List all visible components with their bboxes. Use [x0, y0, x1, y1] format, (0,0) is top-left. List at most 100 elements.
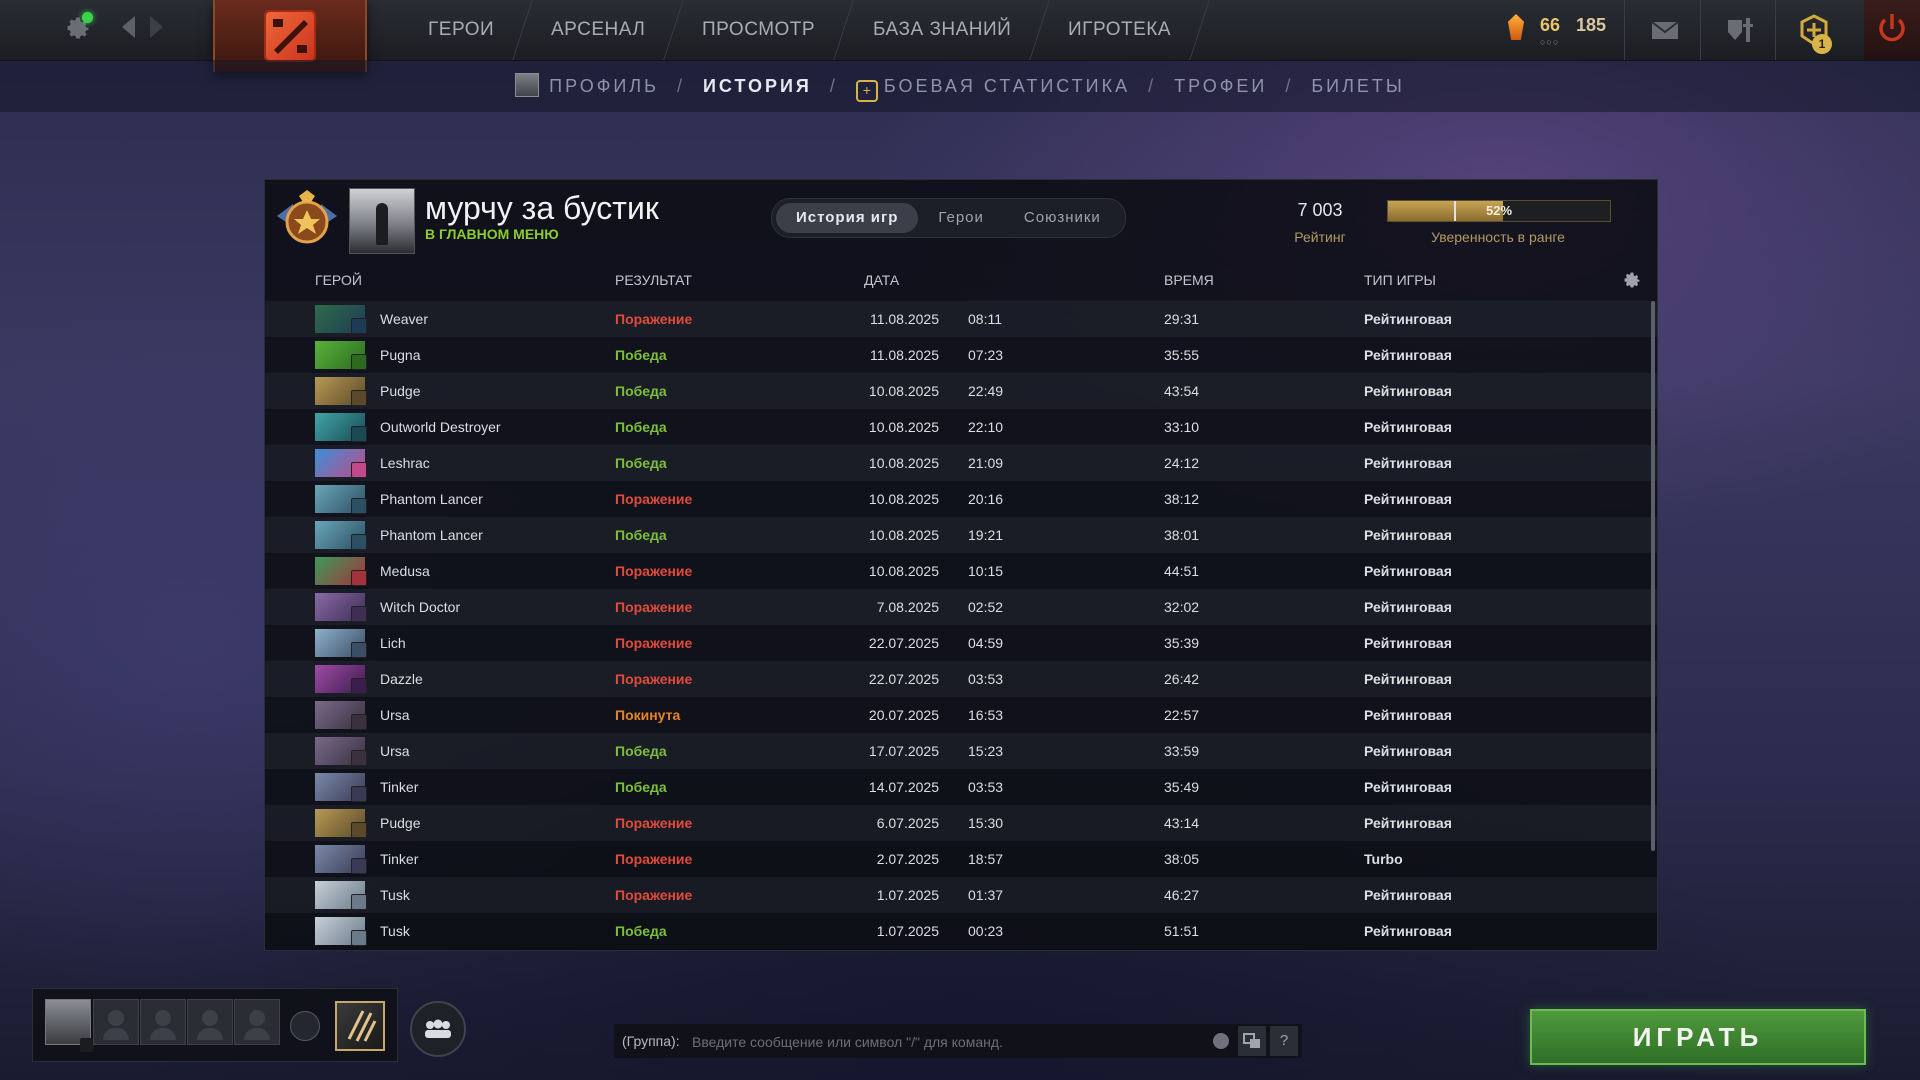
game-mode: Рейтинговая	[1364, 743, 1452, 759]
chat-wheel-icon[interactable]	[1238, 1026, 1266, 1056]
result: Победа	[615, 419, 667, 435]
hero-facet-icon	[351, 930, 367, 946]
battle-level-display[interactable]: 66 185 ○○○	[1508, 10, 1608, 50]
table-row[interactable]: Phantom Lancer Победа 10.08.2025 19:21 38:01…	[265, 517, 1657, 553]
nav-heroes[interactable]: Герои	[390, 0, 533, 60]
subnav-history[interactable]: История	[703, 60, 812, 112]
table-row[interactable]: Lich Поражение 22.07.2025 04:59 35:39 Рейтинг…	[265, 625, 1657, 661]
party-slot-empty[interactable]	[187, 999, 233, 1045]
forward-arrow-icon[interactable]	[150, 16, 163, 38]
power-button[interactable]	[1864, 0, 1920, 60]
subnav-profile[interactable]: Профиль	[515, 60, 659, 112]
table-row[interactable]: Leshrac Победа 10.08.2025 21:09 24:12 Рейтинг…	[265, 445, 1657, 481]
main-nav: Герои Арсенал Просмотр База знаний Игрот…	[390, 0, 1210, 60]
play-dota-button[interactable]: ИГРАТЬ	[1530, 1009, 1866, 1065]
match-date: 14.07.2025	[868, 779, 939, 795]
hero-facet-icon	[351, 894, 367, 910]
party-slot-self[interactable]	[45, 999, 94, 1052]
nav-heroes-label: Герои	[428, 19, 495, 40]
match-start-time: 22:49	[968, 383, 1004, 399]
game-mode: Рейтинговая	[1364, 671, 1452, 687]
subnav-trophies[interactable]: Трофеи	[1174, 60, 1267, 112]
back-arrow-icon[interactable]	[122, 16, 135, 38]
table-row[interactable]: Pudge Поражение 6.07.2025 15:30 43:14 Рейтинг…	[265, 805, 1657, 841]
hero-facet-icon	[351, 714, 367, 730]
table-row[interactable]: Tinker Победа 14.07.2025 03:53 35:49 Рейтинго…	[265, 769, 1657, 805]
table-row[interactable]: Ursa Покинута 20.07.2025 16:53 22:57 Рейтинго…	[265, 697, 1657, 733]
subnav-tickets[interactable]: Билеты	[1311, 60, 1405, 112]
nav-learn-label: База знаний	[872, 19, 1011, 40]
table-row[interactable]: Dazzle Поражение 22.07.2025 03:53 26:42 Рейти…	[265, 661, 1657, 697]
table-row[interactable]: Witch Doctor Поражение 7.08.2025 02:52 32:02…	[265, 589, 1657, 625]
match-date: 2.07.2025	[876, 851, 939, 867]
hero-facet-icon	[351, 678, 367, 694]
armory-icon[interactable]	[1722, 12, 1758, 48]
table-row[interactable]: Phantom Lancer Поражение 10.08.2025 20:16 38…	[265, 481, 1657, 517]
match-duration: 22:57	[1164, 707, 1200, 723]
subnav-profile-label: Профиль	[549, 76, 659, 96]
result: Победа	[615, 455, 667, 471]
table-row[interactable]: Pudge Победа 10.08.2025 22:49 43:54 Рейтингов…	[265, 373, 1657, 409]
table-row[interactable]: Tusk Поражение 1.07.2025 01:37 46:27 Рейтинго…	[265, 877, 1657, 913]
mail-icon[interactable]	[1647, 12, 1683, 48]
empty-slot-head-icon	[202, 1010, 218, 1026]
table-row[interactable]: Outworld Destroyer Победа 10.08.2025 22:10 3…	[265, 409, 1657, 445]
chat-channel-label[interactable]: (Группа):	[622, 1033, 680, 1049]
friends-button[interactable]	[410, 1001, 466, 1057]
nav-watch[interactable]: Просмотр	[664, 0, 855, 60]
chat-help-button[interactable]: ?	[1270, 1026, 1298, 1056]
voice-chat-icon[interactable]	[290, 1011, 320, 1041]
tab-heroes[interactable]: Герои	[918, 203, 1004, 233]
match-date: 22.07.2025	[868, 635, 939, 651]
table-row[interactable]: Tinker Поражение 2.07.2025 18:57 38:05 Turbo	[265, 841, 1657, 877]
hero-facet-icon	[351, 498, 367, 514]
table-settings-gear-icon[interactable]	[1622, 270, 1642, 290]
hero-facet-icon	[351, 750, 367, 766]
hero-facet-icon	[351, 606, 367, 622]
match-list-scrollbar[interactable]	[1651, 301, 1655, 851]
party-slot-empty[interactable]	[93, 999, 139, 1045]
match-duration: 44:51	[1164, 563, 1200, 579]
match-start-time: 16:53	[968, 707, 1004, 723]
chat-translate-icon	[1243, 1033, 1260, 1048]
match-date: 7.08.2025	[876, 599, 939, 615]
empty-slot-body-icon	[197, 1028, 223, 1040]
game-mode: Рейтинговая	[1364, 383, 1452, 399]
match-duration: 46:27	[1164, 887, 1200, 903]
rank-medal-icon	[277, 190, 337, 244]
subnav-battle-stats[interactable]: + Боевая статистика	[855, 60, 1130, 112]
result: Поражение	[615, 851, 693, 867]
nav-armory[interactable]: Арсенал	[513, 0, 685, 60]
column-result[interactable]: Результат	[615, 272, 692, 288]
result: Победа	[615, 923, 667, 939]
table-row[interactable]: Tusk Победа 1.07.2025 00:23 51:51 Рейтинговая	[265, 913, 1657, 949]
player-avatar[interactable]	[349, 188, 415, 254]
match-date: 10.08.2025	[868, 491, 939, 507]
tournament-badge-icon[interactable]	[335, 1001, 385, 1051]
party-slot-empty[interactable]	[140, 999, 186, 1045]
column-game-type[interactable]: Тип игры	[1364, 272, 1436, 288]
party-slot-empty[interactable]	[234, 999, 280, 1045]
column-hero[interactable]: Герой	[315, 272, 362, 288]
table-row[interactable]: Medusa Поражение 10.08.2025 10:15 44:51 Рейти…	[265, 553, 1657, 589]
nav-arcade[interactable]: Игротека	[1030, 0, 1210, 60]
result: Поражение	[615, 635, 693, 651]
emoji-icon[interactable]	[1213, 1033, 1229, 1049]
tab-allies[interactable]: Союзники	[1004, 203, 1121, 233]
power-icon	[1879, 14, 1905, 42]
table-row[interactable]: Pugna Победа 11.08.2025 07:23 35:55 Рейтингов…	[265, 337, 1657, 373]
nav-learn[interactable]: База знаний	[834, 0, 1050, 60]
empty-slot-head-icon	[108, 1010, 124, 1026]
hero-name: Dazzle	[380, 671, 423, 687]
match-date: 10.08.2025	[868, 419, 939, 435]
column-duration[interactable]: Время	[1164, 272, 1214, 288]
match-start-time: 22:10	[968, 419, 1004, 435]
table-row[interactable]: Ursa Победа 17.07.2025 15:23 33:59 Рейтингова…	[265, 733, 1657, 769]
chat-input[interactable]	[690, 1028, 1194, 1056]
table-row[interactable]: Weaver Поражение 11.08.2025 08:11 29:31 Рейти…	[265, 301, 1657, 337]
rank-confidence-label: Уверенность в ранге	[1431, 229, 1565, 245]
subnav-separator: /	[676, 76, 685, 96]
column-date[interactable]: Дата	[864, 272, 899, 288]
tab-match-history[interactable]: История игр	[776, 203, 919, 233]
dota-logo-icon	[264, 10, 316, 62]
